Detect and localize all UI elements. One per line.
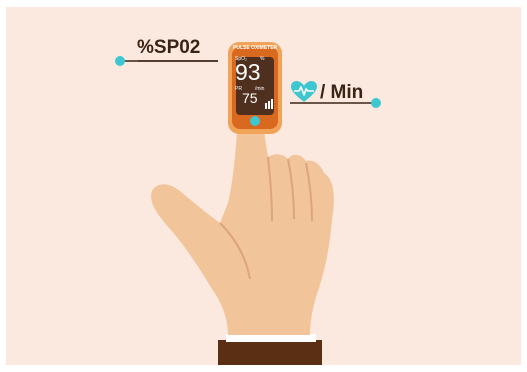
signal-bar bbox=[271, 99, 273, 109]
power-button-icon[interactable] bbox=[250, 116, 260, 126]
device-pr-caption: PR bbox=[235, 86, 242, 92]
signal-bar bbox=[268, 101, 270, 109]
pulse-rate-label: / Min bbox=[320, 82, 364, 103]
sleeve bbox=[218, 340, 322, 365]
signal-bar bbox=[265, 103, 267, 109]
illustration-canvas: %SP02 / Min PULSE OXIMETER SpO₂ % 93 PR … bbox=[0, 0, 527, 372]
device-percent-caption: % bbox=[260, 56, 265, 62]
spo2-label: %SP02 bbox=[137, 37, 201, 58]
device-pulse-reading: 75 bbox=[242, 90, 258, 106]
heart-pulse-icon bbox=[291, 81, 317, 102]
device-title: PULSE OXIMETER bbox=[233, 45, 278, 51]
spo2-dot bbox=[115, 56, 125, 66]
device-spo2-reading: 93 bbox=[235, 59, 261, 85]
rate-dot bbox=[371, 98, 381, 108]
shirt-cuff bbox=[226, 334, 316, 342]
